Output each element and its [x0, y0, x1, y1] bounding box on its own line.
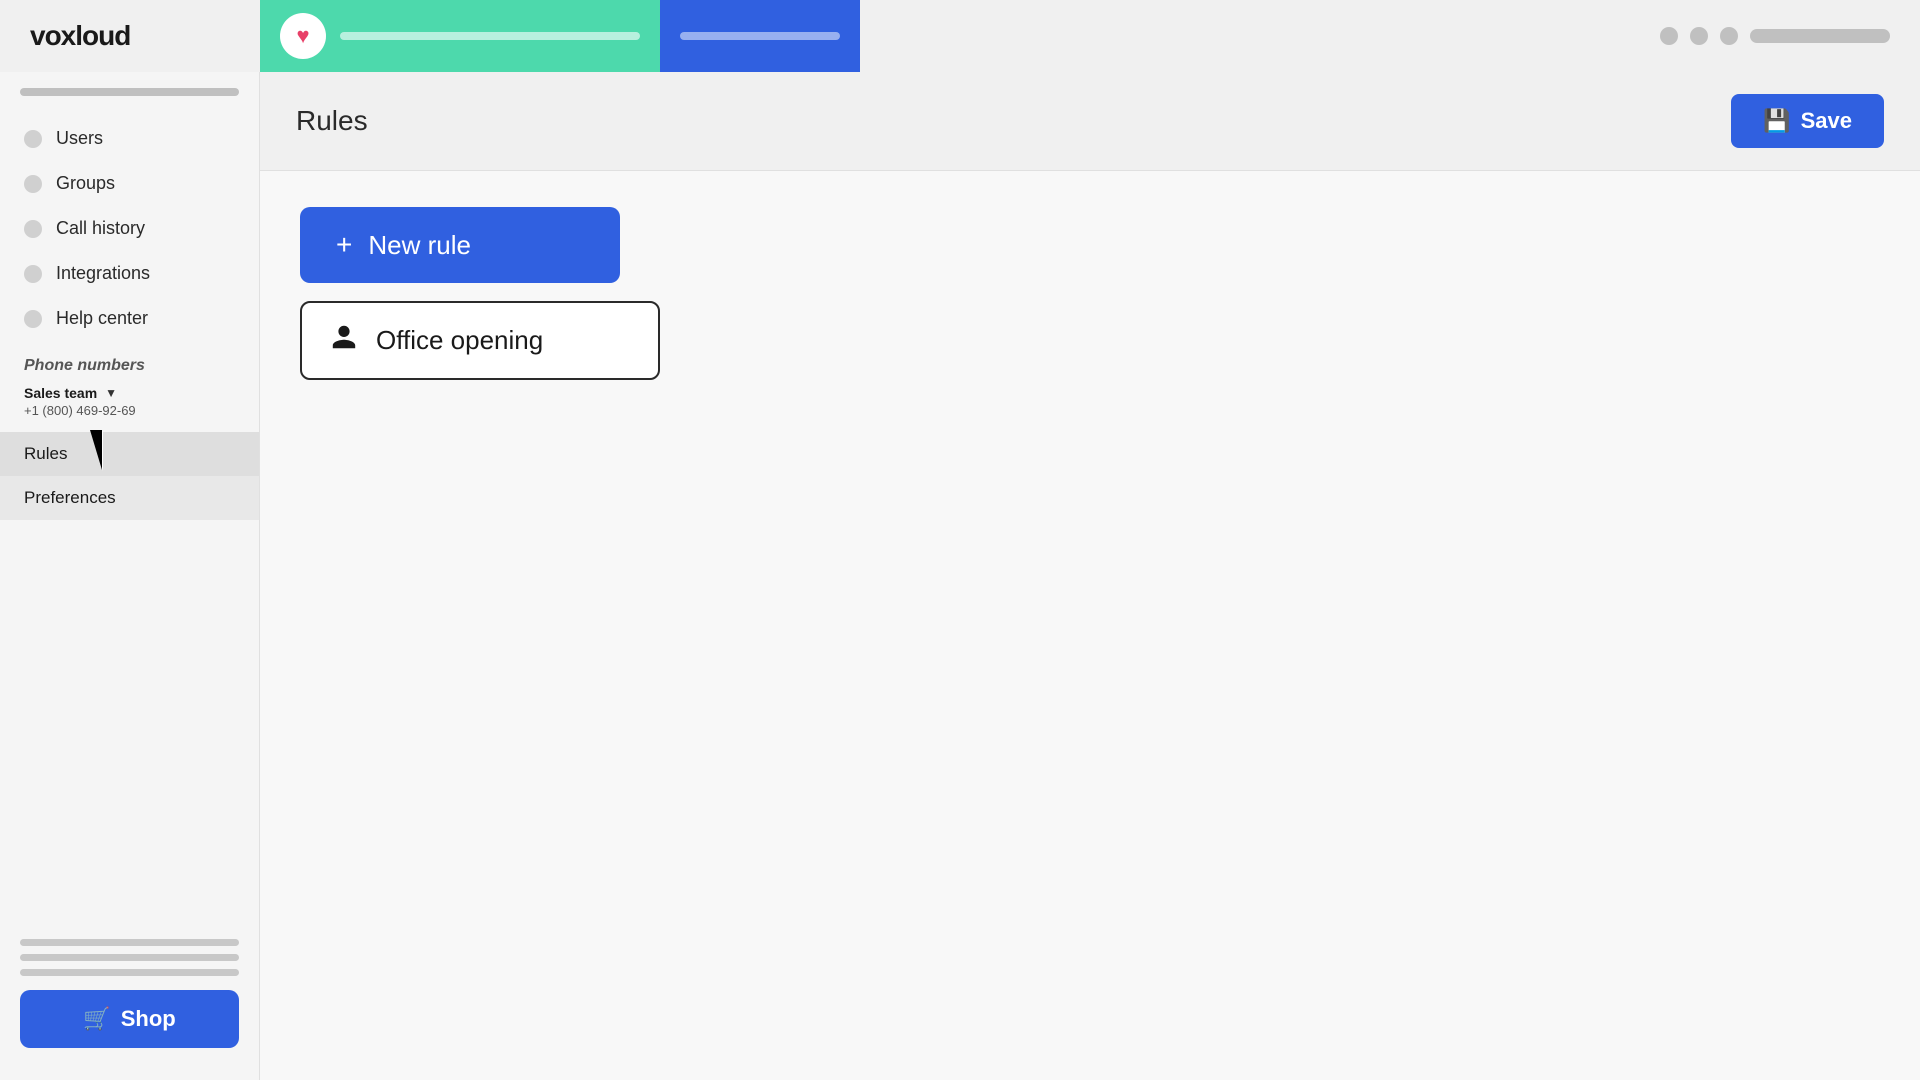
sidebar-item-call-history-label: Call history	[56, 218, 145, 239]
save-label: Save	[1801, 108, 1852, 134]
phone-sub-items: Rules Preferences	[0, 432, 259, 520]
new-rule-label: New rule	[368, 230, 471, 261]
sidebar-item-users[interactable]: Users	[0, 116, 259, 161]
sidebar-bar-3	[20, 969, 239, 976]
phone-numbers-title: Phone numbers	[24, 357, 235, 375]
office-opening-card[interactable]: Office opening	[300, 301, 660, 380]
heart-button[interactable]: ♥	[280, 13, 326, 59]
topbar-dot-3	[1720, 27, 1738, 45]
plus-icon: +	[336, 229, 352, 261]
new-rule-button[interactable]: + New rule	[300, 207, 620, 283]
dropdown-arrow-icon: ▼	[105, 386, 117, 400]
logo: voxloud	[0, 20, 260, 52]
sidebar-item-groups-label: Groups	[56, 173, 115, 194]
sidebar-bar-2	[20, 954, 239, 961]
sidebar-bar-1	[20, 939, 239, 946]
sidebar-item-rules[interactable]: Rules	[0, 432, 259, 476]
integrations-icon	[24, 265, 42, 283]
topbar-pill	[1750, 29, 1890, 43]
phone-number-text: +1 (800) 469-92-69	[24, 403, 235, 418]
shop-button[interactable]: 🛒 Shop	[20, 990, 239, 1048]
heart-icon: ♥	[296, 23, 309, 49]
call-history-icon	[24, 220, 42, 238]
users-icon	[24, 130, 42, 148]
phone-numbers-section: Phone numbers Sales team ▼ +1 (800) 469-…	[0, 341, 259, 426]
sidebar-item-groups[interactable]: Groups	[0, 161, 259, 206]
topbar-green-progress	[340, 32, 640, 40]
main-content: Rules 💾 Save + New rule Office opening	[260, 72, 1920, 1080]
save-icon: 💾	[1763, 108, 1790, 134]
main-header: Rules 💾 Save	[260, 72, 1920, 171]
sidebar-item-help-center-label: Help center	[56, 308, 148, 329]
topbar-blue-section	[660, 0, 860, 72]
topbar-green-section: ♥	[260, 0, 660, 72]
sidebar-item-users-label: Users	[56, 128, 103, 149]
shop-label: Shop	[121, 1006, 176, 1032]
sidebar-item-preferences[interactable]: Preferences	[0, 476, 259, 520]
team-name-label: Sales team	[24, 385, 97, 401]
topbar-blue-progress	[680, 32, 840, 40]
sidebar-item-call-history[interactable]: Call history	[0, 206, 259, 251]
sidebar-item-integrations-label: Integrations	[56, 263, 150, 284]
main-body: + New rule Office opening	[260, 171, 1920, 416]
phone-team-header[interactable]: Sales team ▼	[24, 385, 235, 401]
groups-icon	[24, 175, 42, 193]
topbar-dot-1	[1660, 27, 1678, 45]
person-icon	[330, 323, 358, 358]
sidebar-top-bar	[20, 88, 239, 96]
office-opening-label: Office opening	[376, 325, 543, 356]
page-title: Rules	[296, 105, 368, 137]
sidebar-item-help-center[interactable]: Help center	[0, 296, 259, 341]
topbar: voxloud ♥	[0, 0, 1920, 72]
sidebar: Users Groups Call history Integrations H…	[0, 72, 260, 1080]
cart-icon: 🛒	[83, 1006, 110, 1032]
sidebar-item-integrations[interactable]: Integrations	[0, 251, 259, 296]
topbar-right	[1060, 27, 1920, 45]
topbar-dot-2	[1690, 27, 1708, 45]
layout: Users Groups Call history Integrations H…	[0, 72, 1920, 1080]
save-button[interactable]: 💾 Save	[1731, 94, 1884, 148]
topbar-center: ♥	[260, 0, 1060, 72]
help-center-icon	[24, 310, 42, 328]
sidebar-bottom: 🛒 Shop	[0, 923, 259, 1064]
